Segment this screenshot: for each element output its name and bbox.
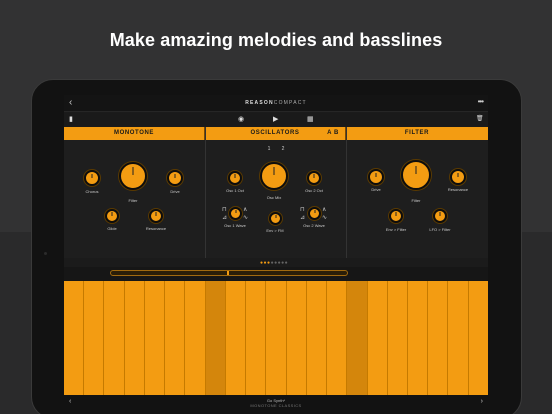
top-bar: ‹ REASONCOMPACT ••• — [64, 95, 488, 112]
piano-key[interactable] — [64, 281, 85, 395]
osc1-oct-label: Osc 1 Oct — [226, 188, 244, 193]
osc2-wave-label: Osc 2 Wave — [303, 223, 325, 228]
brand-logo: REASONCOMPACT — [64, 100, 488, 106]
monotone-panel: Chorus Filter Drive Glide Resonance — [64, 140, 205, 258]
sine-wave-icon[interactable]: ∿ — [243, 214, 248, 221]
section-headers: MONOTONE OSCILLATORS A B FILTER — [64, 127, 488, 140]
saw-wave-icon[interactable]: ⊿ — [222, 214, 227, 221]
filter-drive-knob[interactable] — [368, 169, 384, 185]
square-wave-icon-2[interactable]: ⊓ — [300, 206, 305, 213]
play-icon[interactable]: ▶ — [273, 115, 278, 123]
next-patch-icon[interactable]: › — [481, 398, 483, 405]
bottom-bar: ‹ Go Synth* MONOTONE CLASSICS › — [64, 395, 488, 414]
filter-cutoff-knob[interactable] — [401, 160, 431, 190]
env-filter-knob[interactable] — [389, 209, 403, 223]
lfo-filter-label: LFO > Filter — [429, 227, 451, 232]
resonance-label: Resonance — [145, 226, 167, 231]
osc2-wave-knob[interactable] — [308, 207, 321, 220]
chorus-label: Chorus — [85, 189, 99, 194]
filter-panel: Drive Filter Resonance Env > Filter LFO … — [347, 140, 488, 258]
range-thumb[interactable] — [227, 271, 229, 275]
osc-ab-toggle[interactable]: A B — [327, 127, 339, 140]
piano-key[interactable] — [205, 281, 226, 395]
filter-resonance-label: Resonance — [447, 187, 469, 192]
piano-key[interactable] — [104, 281, 125, 395]
env-fm-knob[interactable] — [269, 212, 282, 225]
osc-mix-knob[interactable] — [260, 162, 288, 190]
osc2-oct-knob[interactable] — [307, 171, 321, 185]
brand-sub: COMPACT — [273, 100, 307, 106]
osc1-wave-label: Osc 1 Wave — [224, 223, 246, 228]
piano-key[interactable] — [165, 281, 186, 395]
osc-mix-label: Osc Mix — [266, 195, 282, 200]
triangle-wave-icon[interactable]: ∧ — [243, 206, 247, 213]
piano-key[interactable] — [327, 281, 348, 395]
glide-knob[interactable] — [105, 209, 119, 223]
headline: Make amazing melodies and basslines — [109, 30, 443, 50]
record-icon[interactable]: ◉ — [238, 115, 244, 123]
header-filter: FILTER — [346, 127, 488, 140]
piano-key[interactable] — [387, 281, 408, 395]
env-fm-label: Env > FM — [266, 228, 284, 233]
drive-knob[interactable] — [167, 170, 183, 186]
piano-key[interactable] — [448, 281, 469, 395]
osc-number-2: 2 — [281, 146, 285, 152]
env-filter-label: Env > Filter — [385, 227, 407, 232]
piano-key[interactable] — [468, 281, 488, 395]
patch-selector[interactable]: Go Synth* MONOTONE CLASSICS — [64, 398, 488, 408]
grid-icon[interactable]: ▦ — [307, 115, 314, 123]
page-dots-active: ●●● — [260, 260, 271, 266]
sine-wave-icon-2[interactable]: ∿ — [322, 214, 327, 221]
piano-key[interactable] — [286, 281, 307, 395]
osc1-wave-knob[interactable] — [229, 207, 242, 220]
chorus-knob[interactable] — [84, 170, 100, 186]
patch-bank: MONOTONE CLASSICS — [250, 403, 302, 408]
osc2-oct-label: Osc 2 Oct — [305, 188, 323, 193]
trash-icon[interactable]: 🗑 — [476, 115, 484, 122]
camera-dot — [44, 252, 47, 255]
page-dots-inactive: ●●●●● — [270, 260, 289, 266]
header-oscillators: OSCILLATORS A B — [205, 127, 346, 140]
filter-resonance-knob[interactable] — [450, 169, 466, 185]
filter-label: Filter — [128, 198, 138, 203]
piano-key[interactable] — [428, 281, 449, 395]
brand-main: REASON — [245, 100, 274, 106]
piano-key[interactable] — [185, 281, 206, 395]
toolbar: ▮ ◉ ▶ ▦ 🗑 — [64, 113, 488, 127]
lfo-filter-knob[interactable] — [433, 209, 447, 223]
keyboard-range-strip — [64, 267, 488, 281]
saw-wave-icon-2[interactable]: ⊿ — [300, 214, 305, 221]
drive-label: Drive — [170, 189, 180, 194]
header-monotone: MONOTONE — [64, 127, 205, 140]
divider — [205, 127, 206, 258]
page-indicator[interactable]: ●●●●●●●● — [260, 260, 288, 266]
piano-key[interactable] — [124, 281, 145, 395]
piano-key[interactable] — [144, 281, 166, 395]
keyboard-range-slider[interactable] — [110, 270, 348, 276]
piano-key[interactable] — [225, 281, 247, 395]
header-oscillators-label: OSCILLATORS — [250, 130, 300, 136]
glide-label: Glide — [107, 226, 117, 231]
osc1-oct-knob[interactable] — [228, 171, 242, 185]
piano-key[interactable] — [407, 281, 429, 395]
piano-key[interactable] — [347, 281, 368, 395]
piano-key[interactable] — [246, 281, 267, 395]
square-wave-icon[interactable]: ⊓ — [222, 206, 227, 213]
resonance-knob[interactable] — [149, 209, 163, 223]
piano-key[interactable] — [306, 281, 328, 395]
oscillators-panel: 1 2 Osc 1 Oct Osc Mix Osc 2 Oct ⊓ ⊿ ∧ ∿ … — [206, 140, 346, 258]
piano-keyboard — [64, 281, 488, 395]
filter-knob[interactable] — [119, 162, 147, 190]
app-screen: ‹ REASONCOMPACT ••• ▮ ◉ ▶ ▦ 🗑 MONOTONE O… — [64, 95, 488, 414]
filter-cutoff-label: Filter — [411, 198, 421, 203]
device-icon[interactable]: ▮ — [69, 115, 73, 123]
divider — [346, 127, 347, 258]
piano-key[interactable] — [84, 281, 105, 395]
triangle-wave-icon-2[interactable]: ∧ — [322, 206, 326, 213]
piano-key[interactable] — [367, 281, 388, 395]
filter-drive-label: Drive — [371, 187, 381, 192]
more-icon[interactable]: ••• — [478, 97, 484, 106]
piano-key[interactable] — [266, 281, 287, 395]
